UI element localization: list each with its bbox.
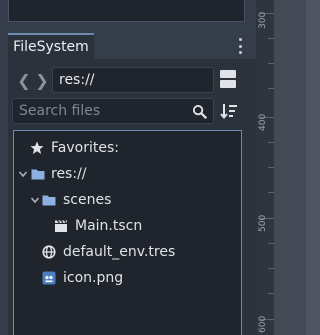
- path-field[interactable]: res://: [52, 67, 214, 93]
- ruler-label: 400: [258, 113, 268, 131]
- tree-item-res[interactable]: res://: [14, 163, 241, 185]
- viewport-scrollbar[interactable]: [306, 0, 320, 335]
- tree-item-label: icon.png: [63, 270, 124, 286]
- scene-clapper-icon: [55, 220, 67, 232]
- chevron-down-icon[interactable]: [18, 167, 28, 181]
- tree-item-scenes[interactable]: scenes: [14, 189, 241, 211]
- tab-filesystem-label: FileSystem: [13, 39, 89, 55]
- sort-icon[interactable]: [220, 102, 238, 120]
- tree-item-main-tscn[interactable]: Main.tscn: [14, 215, 241, 237]
- tree-item-label: Main.tscn: [75, 218, 143, 234]
- tree-item-label: Favorites:: [51, 140, 119, 156]
- tree-item-label: res://: [51, 166, 87, 182]
- tree-item-label: scenes: [63, 192, 112, 208]
- toggle-split-mode-icon[interactable]: [220, 70, 236, 88]
- tree-item-favorites[interactable]: Favorites:: [14, 137, 241, 159]
- image-icon: [42, 271, 56, 285]
- folder-icon: [31, 169, 45, 180]
- path-value: res://: [59, 72, 95, 88]
- search-placeholder: Search files: [19, 103, 101, 119]
- upper-dock-panel: [8, 0, 245, 22]
- tab-filesystem[interactable]: FileSystem: [8, 33, 94, 59]
- dock-menu-icon[interactable]: [236, 38, 244, 54]
- chevron-down-icon[interactable]: [30, 193, 40, 207]
- ruler-label: 500: [258, 214, 268, 232]
- star-icon: [30, 141, 44, 154]
- viewport-canvas[interactable]: [274, 0, 306, 335]
- vertical-ruler: 300 400 500 600: [256, 0, 274, 335]
- back-arrow-icon[interactable]: ❮: [17, 68, 31, 92]
- ruler-label: 600: [258, 315, 268, 333]
- search-icon: [192, 104, 207, 119]
- tree-item-icon-png[interactable]: icon.png: [14, 267, 241, 289]
- tree-item-label: default_env.tres: [63, 244, 176, 260]
- forward-arrow-icon[interactable]: ❯: [35, 68, 49, 92]
- globe-icon: [42, 245, 56, 259]
- folder-icon: [42, 195, 56, 206]
- file-tree: Favorites: res:// scenes Main.tscn defau…: [13, 130, 242, 335]
- tree-item-default-env[interactable]: default_env.tres: [14, 241, 241, 263]
- search-input[interactable]: Search files: [12, 98, 214, 124]
- ruler-label: 300: [258, 11, 268, 29]
